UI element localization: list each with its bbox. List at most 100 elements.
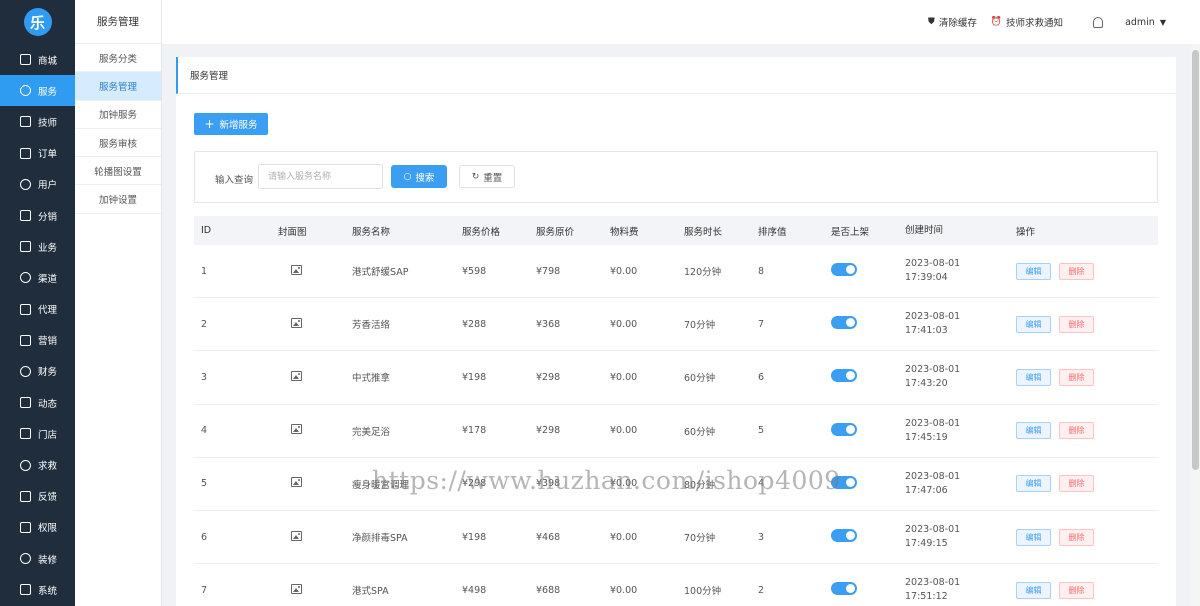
- cell-duration: 70分钟: [684, 533, 716, 545]
- sub-menu-item-3[interactable]: 服务审核: [75, 129, 161, 158]
- created-date: 2023-08-01: [905, 311, 961, 323]
- cell-id: 7: [201, 584, 208, 596]
- nav-item-label: 权限: [38, 523, 58, 535]
- on-shelf-toggle[interactable]: [831, 529, 857, 543]
- sub-menu-item-2[interactable]: 加钟服务: [75, 101, 161, 129]
- on-shelf-toggle[interactable]: [831, 369, 857, 383]
- store-icon: [20, 428, 31, 440]
- sub-menu-title: 服务管理: [75, 0, 161, 44]
- cell-id: 5: [201, 478, 208, 490]
- image-icon[interactable]: [291, 264, 302, 275]
- edit-button[interactable]: 编辑: [1016, 315, 1051, 333]
- table-row: 2 芳香活络 ¥288 ¥368 ¥0.00 70分钟 7 2023-08-01 17:41:0…: [194, 298, 1158, 352]
- cell-price: ¥298: [462, 478, 487, 490]
- header-material-fee: 物料费: [610, 226, 639, 238]
- created-date: 2023-08-01: [905, 417, 961, 429]
- nav-item-13[interactable]: 求救: [0, 449, 75, 480]
- sub-menu-item-0[interactable]: 服务分类: [75, 44, 161, 73]
- image-icon[interactable]: [291, 530, 302, 541]
- nav-item-6[interactable]: 业务: [0, 231, 75, 262]
- search-input[interactable]: [258, 164, 383, 189]
- edit-button[interactable]: 编辑: [1016, 262, 1051, 280]
- header-original-price: 服务原价: [536, 226, 575, 238]
- nav-item-12[interactable]: 门店: [0, 418, 75, 449]
- edit-button[interactable]: 编辑: [1016, 528, 1051, 546]
- on-shelf-toggle[interactable]: [831, 422, 857, 436]
- image-icon[interactable]: [291, 370, 302, 381]
- user-menu[interactable]: admin ▼: [1125, 17, 1166, 28]
- nav-item-9[interactable]: 营销: [0, 325, 75, 356]
- add-service-button[interactable]: + 新增服务: [194, 113, 268, 135]
- nav-item-15[interactable]: 权限: [0, 512, 75, 543]
- nav-item-2[interactable]: 技师: [0, 106, 75, 137]
- created-time: 17:41:03: [905, 325, 948, 337]
- reset-button[interactable]: ↻ 重置: [459, 165, 515, 188]
- nav-item-0[interactable]: 商城: [0, 44, 75, 75]
- image-icon[interactable]: [291, 583, 302, 594]
- nav-item-7[interactable]: 渠道: [0, 262, 75, 293]
- nav-item-1[interactable]: 服务: [0, 75, 75, 107]
- delete-button[interactable]: 删除: [1059, 475, 1094, 493]
- cell-original-price: ¥798: [536, 265, 561, 277]
- nav-item-3[interactable]: 订单: [0, 138, 75, 169]
- list-icon: [20, 85, 31, 97]
- nav-item-4[interactable]: 用户: [0, 169, 75, 200]
- on-shelf-toggle[interactable]: [831, 263, 857, 277]
- cell-id: 4: [201, 425, 208, 437]
- on-shelf-toggle[interactable]: [831, 475, 857, 489]
- username: admin: [1125, 16, 1155, 28]
- logo[interactable]: 乐: [23, 8, 52, 36]
- image-icon[interactable]: [291, 477, 302, 488]
- clear-cache-button[interactable]: ⛊ 清除缓存: [928, 15, 977, 29]
- search-button[interactable]: ○ 搜索: [391, 165, 447, 188]
- scrollbar-thumb[interactable]: [1192, 50, 1199, 470]
- alarm-icon: ⏰: [990, 17, 1003, 27]
- cell-material-fee: ¥0.00: [610, 318, 638, 330]
- delete-button[interactable]: 删除: [1059, 262, 1094, 280]
- cell-duration: 80分钟: [684, 479, 716, 491]
- refresh-icon: ↻: [471, 171, 480, 182]
- search-button-label: 搜索: [415, 172, 435, 184]
- nav-item-5[interactable]: 分销: [0, 200, 75, 231]
- nav-item-label: 求救: [38, 461, 58, 473]
- nav-item-14[interactable]: 反馈: [0, 481, 75, 512]
- header-id: ID: [201, 225, 212, 236]
- nav-item-16[interactable]: 装修: [0, 543, 75, 574]
- nav-item-8[interactable]: 代理: [0, 294, 75, 325]
- edit-button[interactable]: 编辑: [1016, 422, 1051, 440]
- sub-menu-item-4[interactable]: 轮播图设置: [75, 157, 161, 186]
- nav-item-17[interactable]: 系统: [0, 574, 75, 605]
- key-icon: [20, 521, 31, 533]
- created-date: 2023-08-01: [905, 577, 961, 589]
- nav-item-10[interactable]: 财务: [0, 356, 75, 387]
- cell-actions: 编辑 删除: [1016, 262, 1094, 280]
- cell-original-price: ¥368: [536, 318, 561, 330]
- sos-notice-button[interactable]: ⏰ 技师求救通知: [991, 15, 1063, 29]
- on-shelf-toggle[interactable]: [831, 316, 857, 330]
- content-card: 服务管理 + 新增服务 输入查询 ○ 搜索 ↻ 重置 ID 封面图 服务名称 服…: [176, 57, 1176, 606]
- bell-icon[interactable]: [1093, 16, 1104, 28]
- nav-item-11[interactable]: 动态: [0, 387, 75, 418]
- delete-button[interactable]: 删除: [1059, 581, 1094, 599]
- on-shelf-toggle[interactable]: [831, 582, 857, 596]
- cell-created: 2023-08-01 17:39:04: [905, 257, 960, 285]
- cell-duration: 70分钟: [684, 320, 716, 332]
- nav-item-label: 财务: [38, 367, 58, 379]
- cell-sort: 5: [758, 425, 765, 437]
- edit-button[interactable]: 编辑: [1016, 475, 1051, 493]
- sub-menu-item-1[interactable]: 服务管理: [75, 72, 161, 101]
- nav-item-label: 反馈: [38, 492, 58, 504]
- sub-menu-item-5[interactable]: 加钟设置: [75, 185, 161, 214]
- nav-item-label: 渠道: [38, 273, 58, 285]
- image-icon[interactable]: [291, 317, 302, 328]
- delete-button[interactable]: 删除: [1059, 528, 1094, 546]
- image-icon[interactable]: [291, 424, 302, 435]
- edit-button[interactable]: 编辑: [1016, 581, 1051, 599]
- created-time: 17:39:04: [905, 272, 948, 284]
- edit-button[interactable]: 编辑: [1016, 368, 1051, 386]
- header-cover: 封面图: [278, 226, 307, 238]
- delete-button[interactable]: 删除: [1059, 422, 1094, 440]
- delete-button[interactable]: 删除: [1059, 368, 1094, 386]
- reset-button-label: 重置: [483, 172, 503, 184]
- delete-button[interactable]: 删除: [1059, 315, 1094, 333]
